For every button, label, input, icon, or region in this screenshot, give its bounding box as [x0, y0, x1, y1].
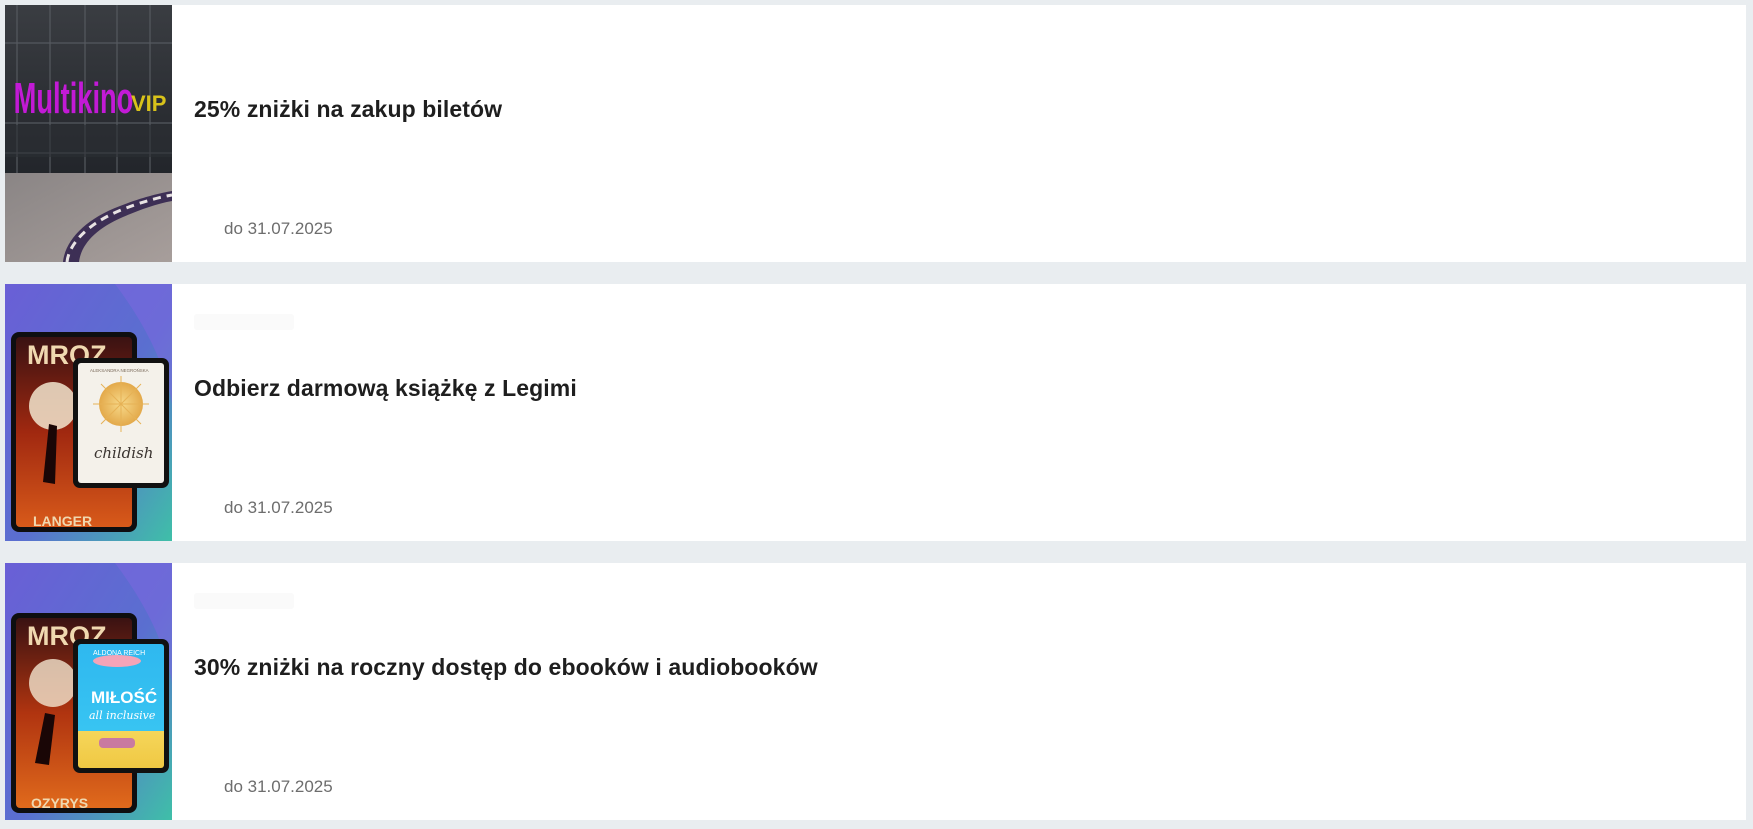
book-front-title: MIŁOŚĆ	[91, 688, 157, 707]
offer-title: 25% zniżki na zakup biletów	[194, 96, 503, 122]
offers-list: Multikino VIP 25% zniżki na zakup biletó…	[0, 0, 1753, 829]
offer-validity: do 31.07.2025	[224, 777, 333, 796]
book-front-author: ALEKSANDRA NEGROŃSKA	[90, 368, 149, 373]
offer-badge-placeholder	[194, 593, 294, 609]
offer-card-legimi-free-book[interactable]: MROZ LANGER ALEKSANDRA NEGROŃSKA childis…	[5, 284, 1746, 541]
book-back-subtitle: LANGER	[33, 513, 92, 529]
book-front-title: childish	[94, 444, 153, 462]
offer-validity: do 31.07.2025	[224, 498, 333, 517]
book-front-subtitle: all inclusive	[89, 709, 156, 722]
offer-badge-placeholder	[194, 314, 294, 330]
book-back-subtitle: OZYRYS	[31, 795, 88, 811]
offer-image-cinema: Multikino VIP	[5, 5, 172, 262]
brand-sign: Multikino	[14, 73, 134, 122]
offer-card-multikino[interactable]: Multikino VIP 25% zniżki na zakup biletó…	[5, 5, 1746, 262]
book-front-author: ALDONA REICH	[93, 650, 145, 657]
offer-validity: do 31.07.2025	[224, 219, 333, 238]
offer-card-legimi-discount[interactable]: MROZ OZYRYS ALDONA REICH MIŁOŚĆ all incl…	[5, 563, 1746, 820]
offer-image-books: MROZ LANGER ALEKSANDRA NEGROŃSKA childis…	[5, 284, 172, 541]
brand-sign-suffix: VIP	[131, 91, 166, 116]
offer-image-books: MROZ OZYRYS ALDONA REICH MIŁOŚĆ all incl…	[5, 563, 172, 820]
offer-title: 30% zniżki na roczny dostęp do ebooków i…	[194, 654, 818, 680]
offer-title: Odbierz darmową książkę z Legimi	[194, 375, 577, 401]
